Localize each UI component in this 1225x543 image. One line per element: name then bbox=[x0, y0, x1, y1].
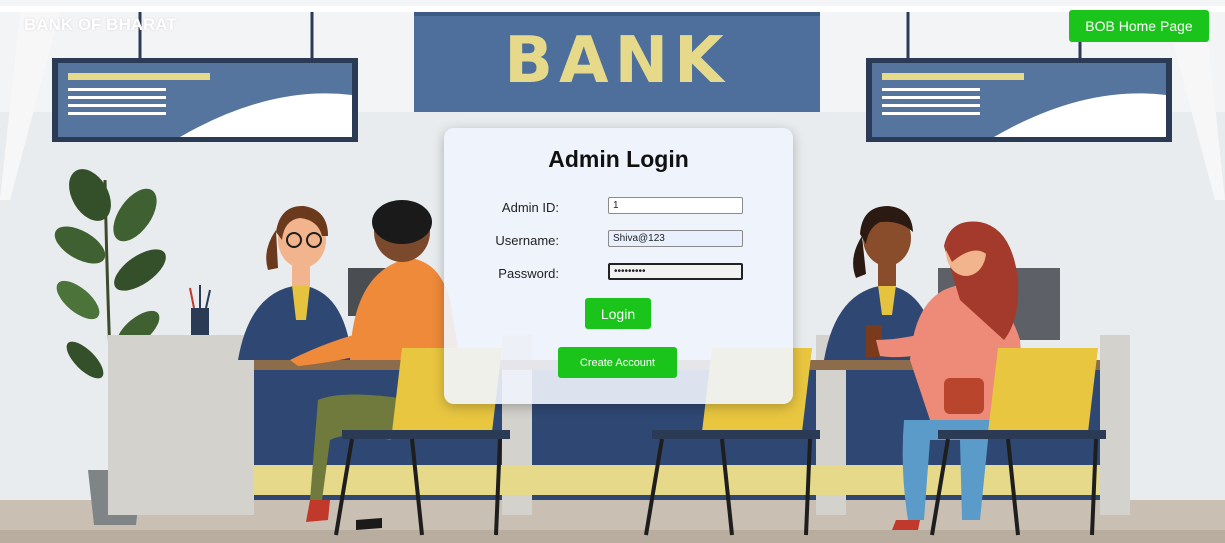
password-label: Password: bbox=[498, 266, 559, 281]
login-button[interactable]: Login bbox=[585, 298, 651, 329]
admin-id-label: Admin ID: bbox=[501, 200, 559, 215]
right-hanging-sign bbox=[866, 58, 1172, 142]
create-account-button[interactable]: Create Account bbox=[558, 347, 677, 378]
username-label: Username: bbox=[495, 233, 559, 248]
brand-name: BANK OF BHARAT bbox=[24, 15, 177, 34]
home-page-button[interactable]: BOB Home Page bbox=[1069, 10, 1209, 42]
login-title: Admin Login bbox=[548, 146, 689, 172]
left-hanging-sign bbox=[52, 58, 358, 142]
admin-id-input[interactable] bbox=[608, 197, 743, 214]
password-input[interactable] bbox=[608, 263, 743, 280]
bank-sign-text: BANK bbox=[504, 24, 730, 98]
admin-login-card: Admin Login Admin ID: Username: Password… bbox=[444, 128, 793, 404]
username-input[interactable] bbox=[608, 230, 743, 247]
